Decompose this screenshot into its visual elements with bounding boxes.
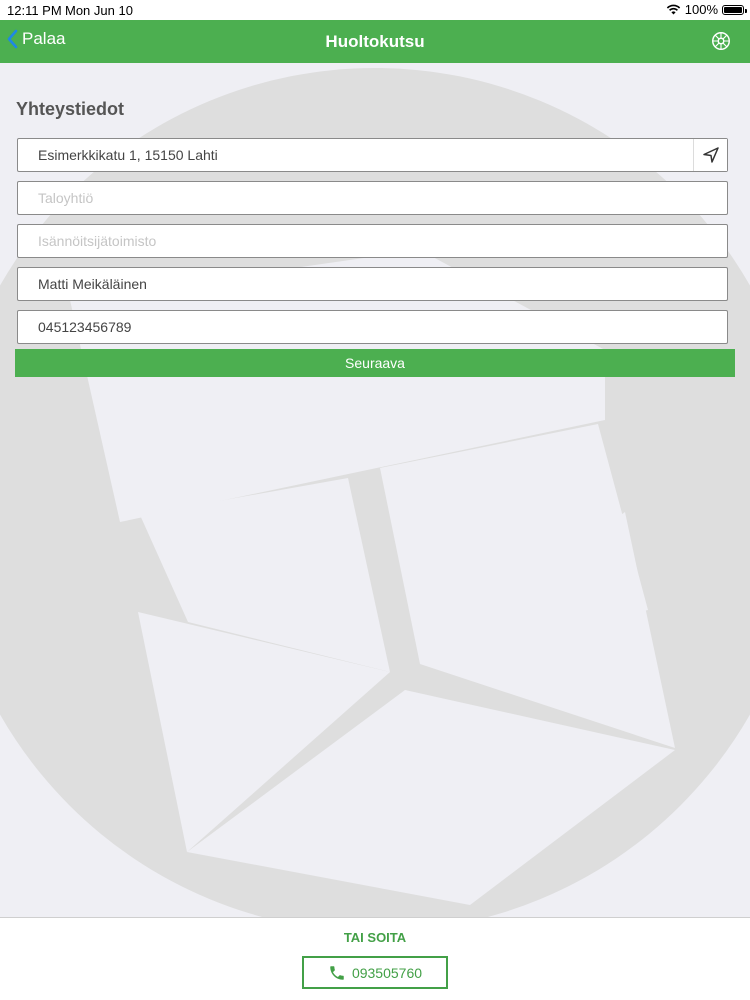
status-date: Mon Jun 10 <box>65 3 133 18</box>
name-field <box>17 267 728 301</box>
location-arrow-icon <box>702 147 719 163</box>
call-button[interactable]: 093505760 <box>302 956 448 989</box>
property-manager-input[interactable] <box>18 224 727 258</box>
address-input[interactable] <box>18 138 727 172</box>
battery-percent: 100% <box>684 2 718 17</box>
phone-input[interactable] <box>18 310 727 344</box>
nav-bar: Palaa Huoltokutsu <box>0 20 750 63</box>
phone-field <box>17 310 728 344</box>
name-input[interactable] <box>18 267 727 301</box>
call-number: 093505760 <box>351 964 423 981</box>
status-time: 12:11 PM <box>7 3 62 18</box>
next-button[interactable]: Seuraava <box>15 349 735 377</box>
settings-gear-icon[interactable] <box>710 30 732 52</box>
address-field <box>17 138 728 172</box>
main-content: Yhteystiedot Seuraava <box>0 63 750 917</box>
battery-icon <box>722 4 747 15</box>
section-title-contact: Yhteystiedot <box>16 99 125 119</box>
housing-company-field <box>17 181 728 215</box>
wifi-icon <box>666 4 680 15</box>
footer: TAI SOITA 093505760 <box>0 917 750 1000</box>
or-call-label: TAI SOITA <box>343 930 407 945</box>
property-manager-field <box>17 224 728 258</box>
page-title: Huoltokutsu <box>325 32 425 51</box>
phone-icon <box>330 965 344 980</box>
status-bar: 12:11 PM Mon Jun 10 100% <box>0 0 750 20</box>
housing-company-input[interactable] <box>18 181 727 215</box>
status-right: 100% <box>666 2 747 17</box>
location-button[interactable] <box>693 139 727 171</box>
